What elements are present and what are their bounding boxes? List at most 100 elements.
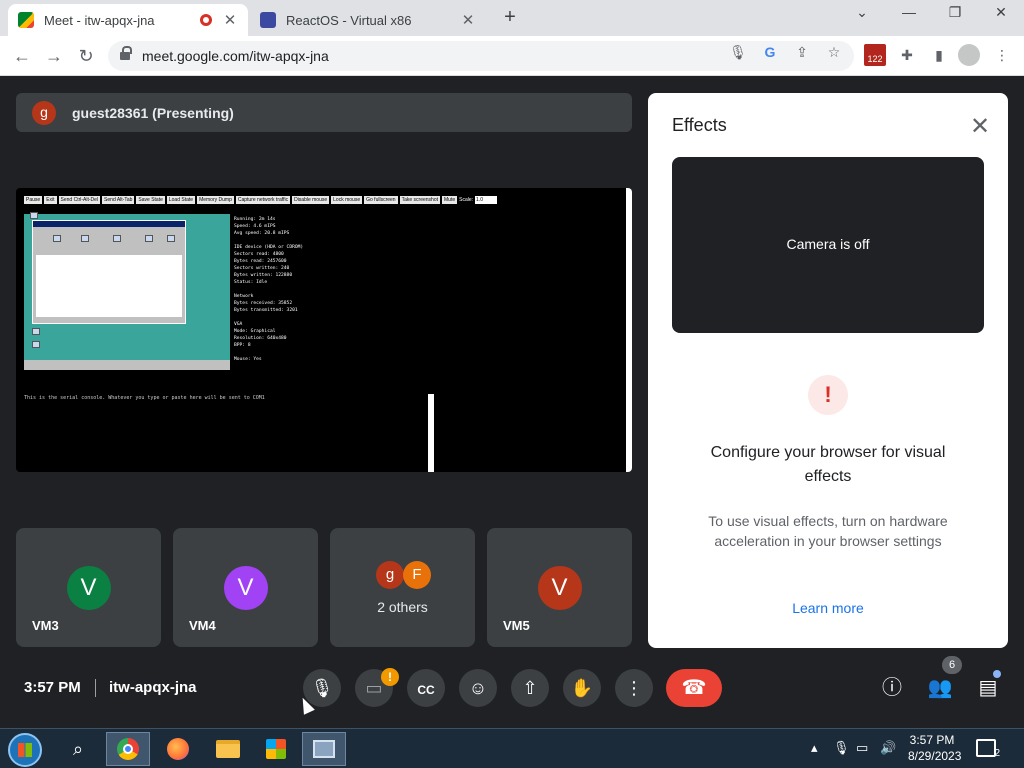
shared-screen[interactable]: Pause Exit Send Ctrl-Alt-Del Send Alt-Ta… <box>16 188 632 472</box>
microphone-icon: 🎙 <box>310 678 334 698</box>
participant-tile-vm4[interactable]: V VM4 <box>173 528 318 647</box>
extensions-puzzle-icon[interactable]: ✚ <box>896 44 918 66</box>
camera-preview: Camera is off <box>672 157 984 333</box>
volume-icon[interactable]: 🔊 <box>880 740 896 756</box>
new-tab-button[interactable]: + <box>498 6 522 29</box>
emu-save-state-button[interactable]: Save State <box>136 196 165 204</box>
taskbar-store[interactable] <box>254 732 298 766</box>
tray-expand-icon[interactable]: ▴ <box>811 740 818 756</box>
others-label: 2 others <box>377 599 428 615</box>
emu-scale-input[interactable]: 1.0 <box>475 196 498 204</box>
reactos-desktop[interactable] <box>24 212 230 370</box>
people-icon: 👥 <box>927 677 953 699</box>
desktop-icon[interactable] <box>32 328 40 335</box>
emu-lock-mouse-button[interactable]: Lock mouse <box>331 196 363 204</box>
side-panel-icon[interactable]: ▮ <box>928 44 950 66</box>
minimize-button[interactable]: — <box>897 4 921 20</box>
serial-console[interactable]: This is the serial console. Whatever you… <box>24 394 434 472</box>
close-tab-icon[interactable]: ✕ <box>222 11 238 29</box>
toolbar-icon[interactable] <box>145 235 153 242</box>
tab-title: ReactOS - Virtual x86 <box>286 12 412 28</box>
emu-alt-tab-button[interactable]: Send Alt-Tab <box>102 196 135 204</box>
url-text[interactable]: meet.google.com/itw-apqx-jna <box>142 48 854 64</box>
tab-reactos[interactable]: ReactOS - Virtual x86 ✕ <box>250 4 486 36</box>
emulator-stats: Running: 2m 14s Speed: 4.6 mIPS Avg spee… <box>230 214 336 382</box>
emu-ctrl-alt-del-button[interactable]: Send Ctrl-Alt-Del <box>58 196 101 204</box>
emu-fullscreen-button[interactable]: Go fullscreen <box>364 196 398 204</box>
participant-name: VM4 <box>189 618 216 633</box>
participant-tile-vm5[interactable]: V VM5 <box>487 528 632 647</box>
start-button[interactable] <box>8 733 42 767</box>
reload-icon[interactable]: ↻ <box>74 44 98 68</box>
scrollbar[interactable] <box>626 188 632 472</box>
taskbar-file-explorer[interactable] <box>206 732 250 766</box>
close-tab-icon[interactable]: ✕ <box>460 11 476 29</box>
windows-taskbar: ⌕ <box>0 728 1024 768</box>
profile-avatar[interactable] <box>958 44 980 66</box>
emu-pause-button[interactable]: Pause <box>24 196 43 204</box>
camera-warning-badge: ! <box>381 668 399 686</box>
raise-hand-button[interactable]: ✋ <box>563 669 601 707</box>
meeting-details-button[interactable]: ⓘ <box>876 672 908 704</box>
taskbar-remote-desktop[interactable] <box>302 732 346 766</box>
meeting-clock: 3:57 PM <box>24 679 81 696</box>
restore-button[interactable]: ❐ <box>943 4 967 21</box>
desktop-icon[interactable] <box>30 212 38 219</box>
captions-button[interactable]: CC <box>407 669 445 707</box>
participant-avatar: V <box>66 566 111 610</box>
emu-load-state-button[interactable]: Load State <box>166 196 196 204</box>
present-button[interactable]: ⇧ <box>511 669 549 707</box>
close-effects-icon[interactable]: ✕ <box>966 113 994 141</box>
emu-screenshot-button[interactable]: Take screenshot <box>399 196 441 204</box>
notifications-icon[interactable]: 2 <box>976 739 1000 759</box>
emu-mute-button[interactable]: Mute <box>442 196 458 204</box>
toolbar-icon[interactable] <box>167 235 175 242</box>
tab-meet[interactable]: Meet - itw-apqx-jna ✕ <box>8 4 248 36</box>
window-content[interactable] <box>36 255 182 317</box>
search-icon[interactable]: ⌕ <box>56 732 100 766</box>
google-meet-icon <box>18 12 34 28</box>
taskbar-chrome[interactable] <box>106 732 150 766</box>
participant-name: VM3 <box>32 618 59 633</box>
others-avatars: g F <box>376 561 436 589</box>
more-options-button[interactable]: ⋮ <box>615 669 653 707</box>
emu-memory-dump-button[interactable]: Memory Dump <box>197 196 234 204</box>
tray-microphone-icon[interactable]: 🎙 <box>833 740 850 756</box>
forward-arrow-icon[interactable]: → <box>42 44 66 68</box>
bookmark-star-icon[interactable]: ☆ <box>825 43 843 61</box>
remote-desktop-icon <box>313 740 335 758</box>
emu-exit-button[interactable]: Exit <box>44 196 57 204</box>
browser-menu-icon[interactable]: ⋮ <box>991 44 1013 66</box>
window-titlebar[interactable] <box>33 221 185 227</box>
firefox-icon <box>167 738 189 760</box>
toolbar-icon[interactable] <box>53 235 61 242</box>
google-lens-icon[interactable]: G <box>761 43 779 61</box>
store-icon <box>266 739 286 759</box>
reactos-explorer-window[interactable] <box>32 220 186 324</box>
toolbar-icon[interactable] <box>113 235 121 242</box>
emu-capture-network-button[interactable]: Capture network traffic <box>235 196 291 204</box>
emu-disable-mouse-button[interactable]: Disable mouse <box>292 196 330 204</box>
divider <box>95 679 96 697</box>
calendar-extension-icon[interactable]: 122 <box>864 44 886 66</box>
desktop-icon[interactable] <box>32 341 40 348</box>
tab-search-icon[interactable]: ⌄ <box>850 4 874 21</box>
end-call-button[interactable]: ☎ <box>666 669 722 707</box>
participant-tile-vm3[interactable]: V VM3 <box>16 528 161 647</box>
network-icon[interactable]: ▭ <box>856 740 868 756</box>
participant-tile-others[interactable]: g F 2 others <box>330 528 475 647</box>
taskbar-firefox[interactable] <box>156 732 200 766</box>
browser-toolbar: ← → ↻ meet.google.com/itw-apqx-jna 🎙 G ⇪… <box>0 36 1024 76</box>
close-window-button[interactable]: ✕ <box>989 4 1013 21</box>
participants-count-badge: 6 <box>942 656 962 674</box>
back-arrow-icon[interactable]: ← <box>10 44 34 68</box>
reactions-button[interactable]: ☺ <box>459 669 497 707</box>
share-icon[interactable]: ⇪ <box>793 43 811 61</box>
microphone-icon[interactable]: 🎙 <box>729 43 747 61</box>
system-clock[interactable]: 3:57 PM 8/29/2023 <box>908 732 961 764</box>
profile-icon <box>958 44 980 66</box>
learn-more-link[interactable]: Learn more <box>648 600 1008 616</box>
lock-icon[interactable] <box>120 45 132 62</box>
toolbar-icon[interactable] <box>81 235 89 242</box>
people-button[interactable]: 👥 <box>924 672 956 704</box>
